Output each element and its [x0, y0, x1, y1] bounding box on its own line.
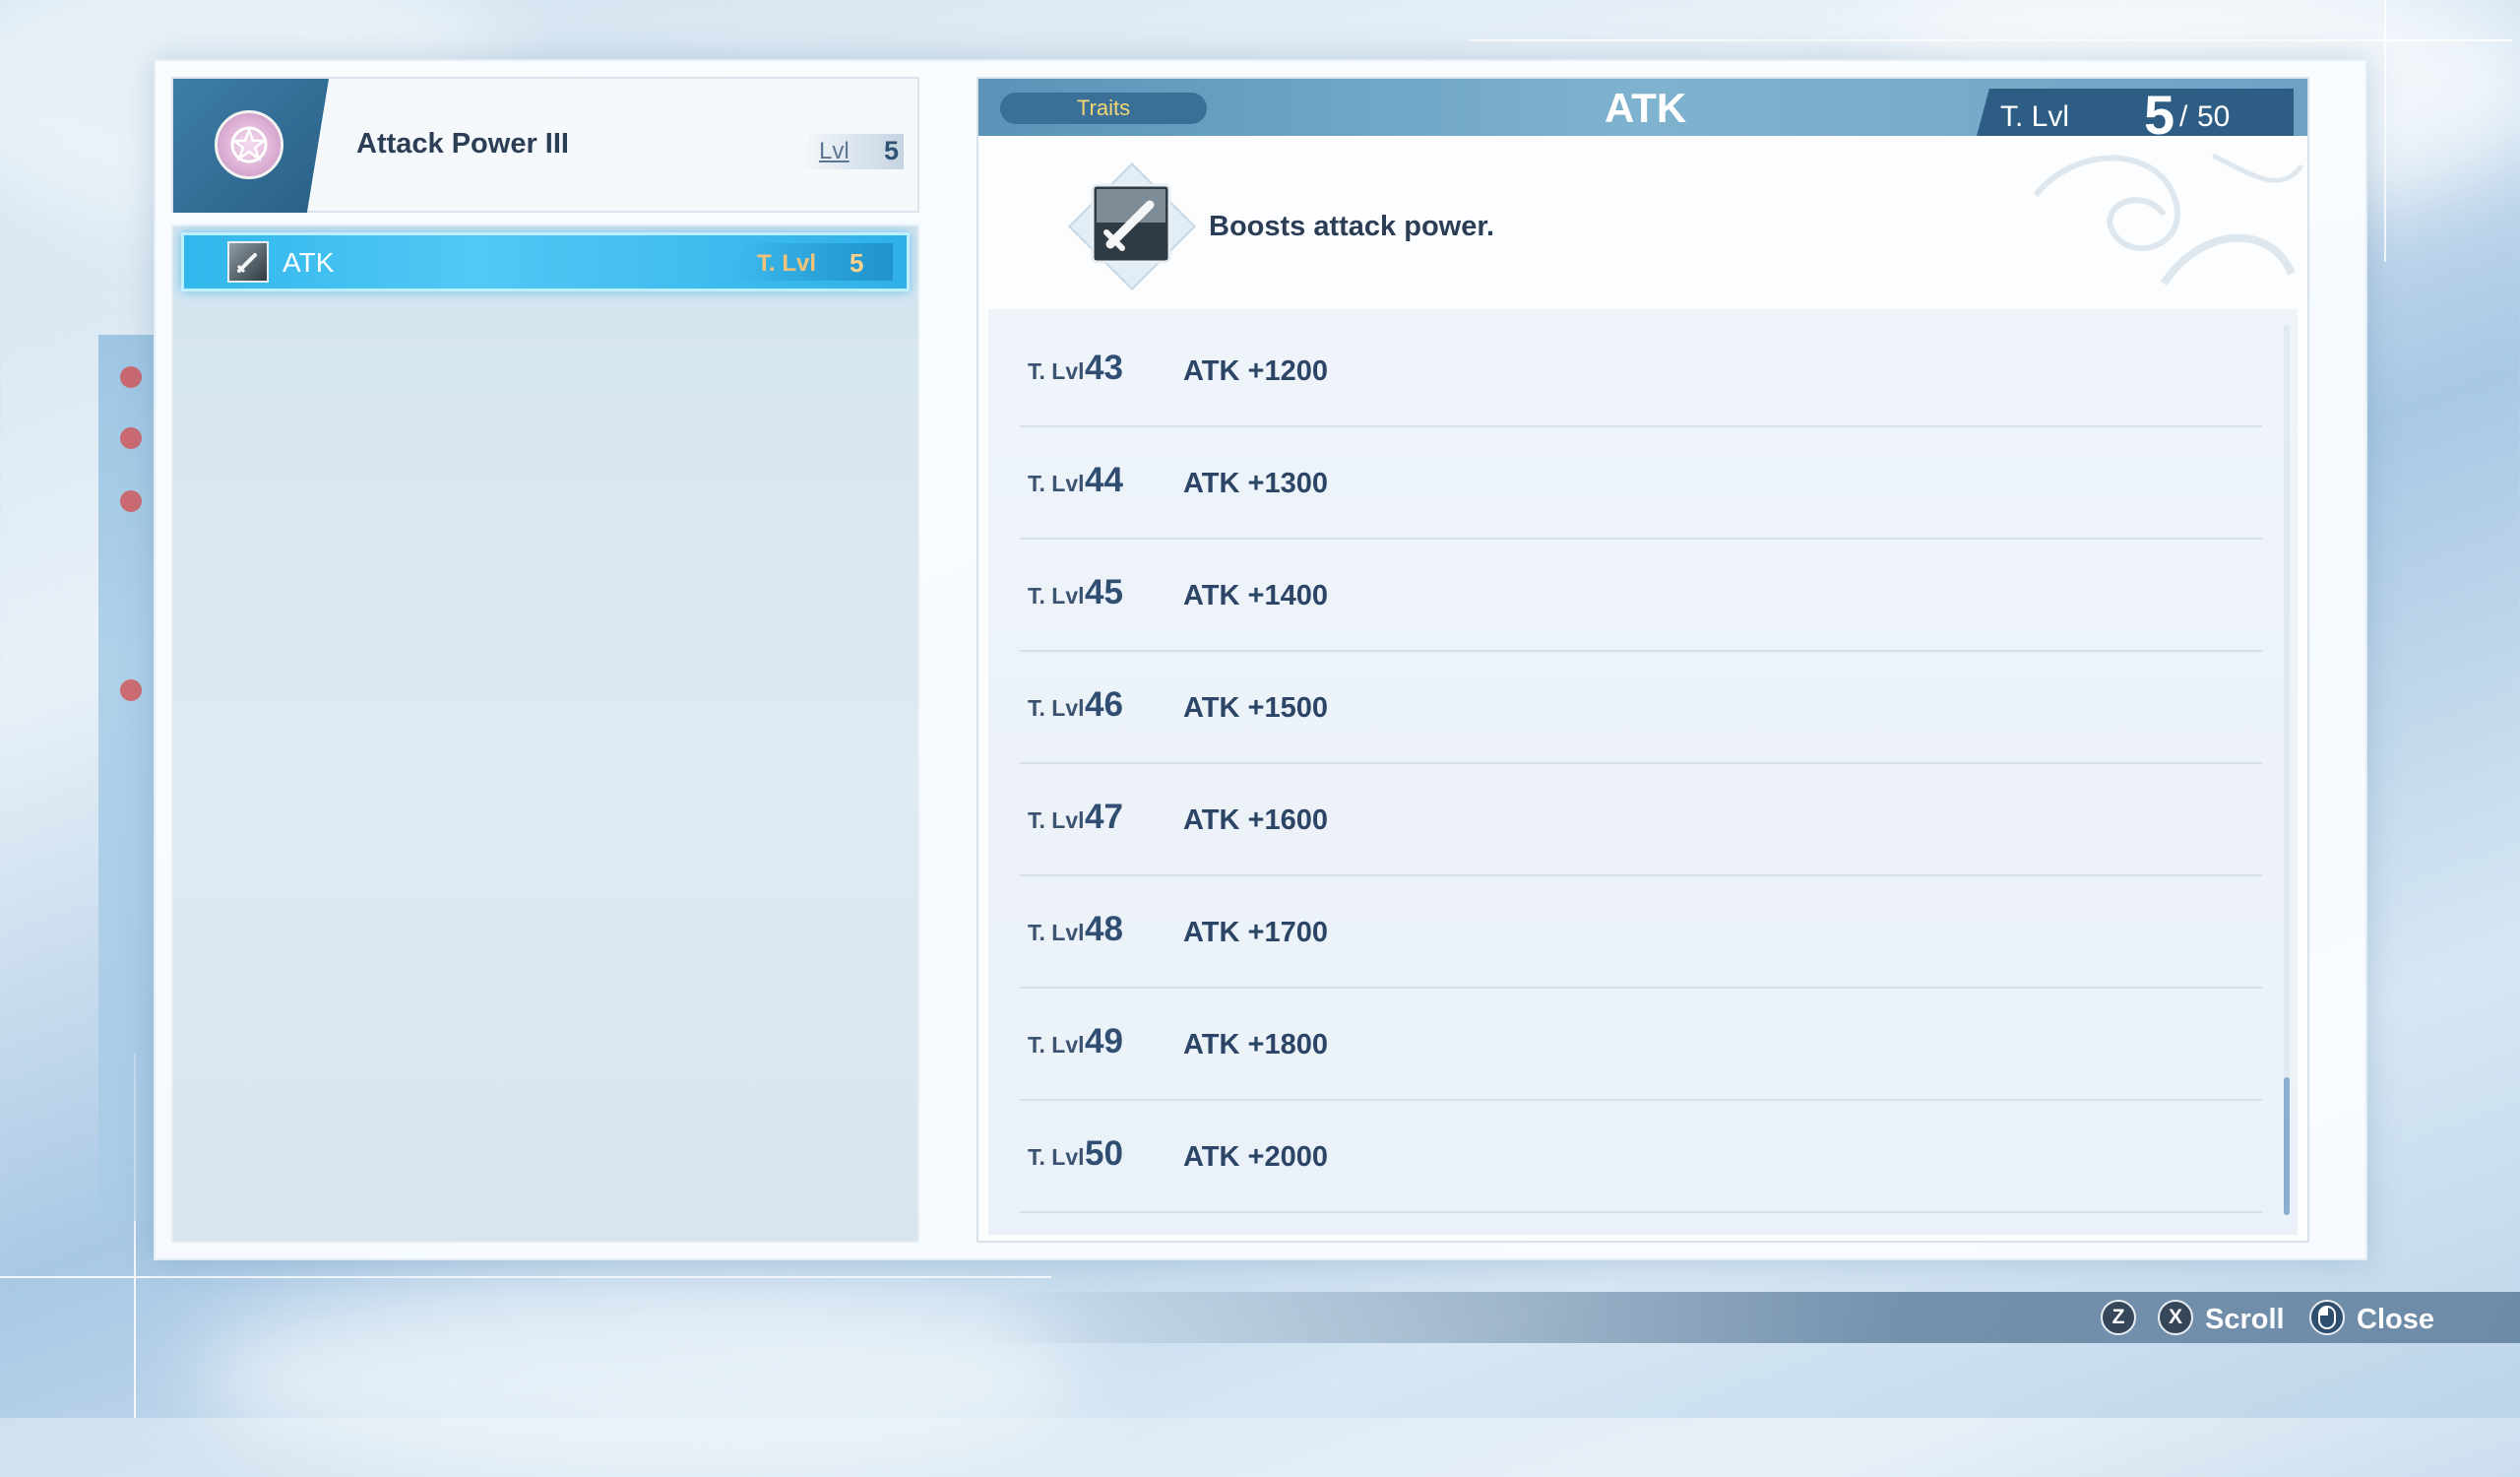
- effect-row-atk[interactable]: ATK T. Lvl 5: [181, 232, 910, 291]
- level-number: 50: [1085, 1134, 1123, 1173]
- scrollbar-thumb[interactable]: [2284, 1077, 2290, 1215]
- tab-traits[interactable]: Traits: [1000, 93, 1207, 124]
- level-effect: ATK +2000: [1183, 1141, 1328, 1173]
- level-number: 47: [1085, 798, 1123, 836]
- level-row: T. Lvl 43 ATK +1200: [1020, 315, 2262, 427]
- level-label: T. Lvl: [1028, 920, 1085, 945]
- level-effect: ATK +1300: [1183, 468, 1328, 499]
- detail-header-bar: Traits ATK T. Lvl 5 / 50: [978, 79, 2307, 136]
- notification-dot: [120, 490, 142, 512]
- level-label: T. Lvl: [1028, 1144, 1085, 1170]
- close-label[interactable]: Close: [2357, 1304, 2434, 1336]
- level-number: 43: [1085, 349, 1123, 387]
- notification-dot: [120, 679, 142, 701]
- level-effect: ATK +1600: [1183, 804, 1328, 836]
- effect-description: Boosts attack power.: [1209, 211, 1495, 242]
- level-row: T. Lvl 46 ATK +1500: [1020, 652, 2262, 764]
- z-key-button[interactable]: Z: [2101, 1300, 2136, 1335]
- trait-level-badge: Lvl 5: [797, 134, 904, 169]
- level-effect: ATK +1700: [1183, 917, 1328, 948]
- trait-list-pane: Attack Power III Lvl 5 ATK T. Lvl 5: [171, 77, 919, 1243]
- level-row: T. Lvl 50 ATK +2000: [1020, 1101, 2262, 1213]
- effect-row-label: ATK: [283, 247, 335, 278]
- level-number: 44: [1085, 461, 1123, 499]
- decorative-line: [1469, 39, 2512, 41]
- detail-tlvl-separator: /: [2179, 100, 2188, 133]
- trait-details-window: Attack Power III Lvl 5 ATK T. Lvl 5 Trai…: [154, 59, 2367, 1260]
- background-cloud: [197, 1280, 1083, 1477]
- trait-header: Attack Power III Lvl 5: [171, 77, 919, 213]
- effect-row-tlvl-badge: T. Lvl 5: [731, 243, 893, 281]
- level-effect: ATK +1800: [1183, 1029, 1328, 1060]
- detail-tlvl-label: T. Lvl: [2000, 100, 2070, 133]
- control-hints-bar: Z X Scroll Close: [984, 1292, 2520, 1343]
- level-effect: ATK +1200: [1183, 355, 1328, 387]
- level-label: T. Lvl: [1028, 471, 1085, 496]
- detail-title: ATK: [1605, 85, 1687, 131]
- level-row: T. Lvl 44 ATK +1300: [1020, 427, 2262, 540]
- level-label: T. Lvl: [1028, 358, 1085, 384]
- trait-name: Attack Power III: [356, 128, 569, 160]
- emblem-star-icon: [230, 126, 268, 163]
- sword-icon: [227, 241, 269, 283]
- x-key-button[interactable]: X: [2158, 1300, 2193, 1335]
- level-effect: ATK +1500: [1183, 692, 1328, 724]
- level-number: 49: [1085, 1022, 1123, 1060]
- trait-level-value: 5: [884, 136, 900, 165]
- decorative-line: [0, 1276, 1051, 1278]
- level-label: T. Lvl: [1028, 807, 1085, 833]
- level-effect: ATK +1400: [1183, 580, 1328, 611]
- detail-tlvl-badge: T. Lvl 5 / 50: [1977, 89, 2294, 136]
- mouse-button-icon[interactable]: [2309, 1300, 2345, 1335]
- level-label: T. Lvl: [1028, 695, 1085, 721]
- detail-tlvl-max: 50: [2197, 100, 2231, 133]
- level-effects-list[interactable]: T. Lvl 43 ATK +1200 T. Lvl 44 ATK +1300 …: [988, 309, 2298, 1235]
- sword-icon: [1091, 183, 1171, 264]
- trait-level-label: Lvl: [819, 138, 850, 164]
- level-label: T. Lvl: [1028, 583, 1085, 609]
- scroll-label: Scroll: [2205, 1304, 2285, 1335]
- trait-icon-background: [173, 79, 329, 213]
- background-menu-strip: [98, 335, 158, 1221]
- level-number: 48: [1085, 910, 1123, 948]
- effect-detail-pane: Traits ATK T. Lvl 5 / 50 Boosts attack p…: [976, 77, 2309, 1243]
- effect-row-tlvl-value: 5: [850, 248, 864, 278]
- level-number: 46: [1085, 685, 1123, 724]
- effect-row-tlvl-label: T. Lvl: [757, 250, 817, 277]
- notification-dot: [120, 427, 142, 449]
- notification-dot: [120, 366, 142, 388]
- level-label: T. Lvl: [1028, 1032, 1085, 1058]
- level-row: T. Lvl 49 ATK +1800: [1020, 989, 2262, 1101]
- level-row: T. Lvl 47 ATK +1600: [1020, 764, 2262, 876]
- level-row: T. Lvl 48 ATK +1700: [1020, 876, 2262, 989]
- trait-effect-list: ATK T. Lvl 5: [171, 225, 919, 1243]
- level-row: T. Lvl 45 ATK +1400: [1020, 540, 2262, 652]
- level-number: 45: [1085, 573, 1123, 611]
- decorative-swirl-icon: [2033, 153, 2304, 287]
- decorative-line: [2384, 0, 2386, 262]
- trait-emblem-icon: [215, 110, 284, 179]
